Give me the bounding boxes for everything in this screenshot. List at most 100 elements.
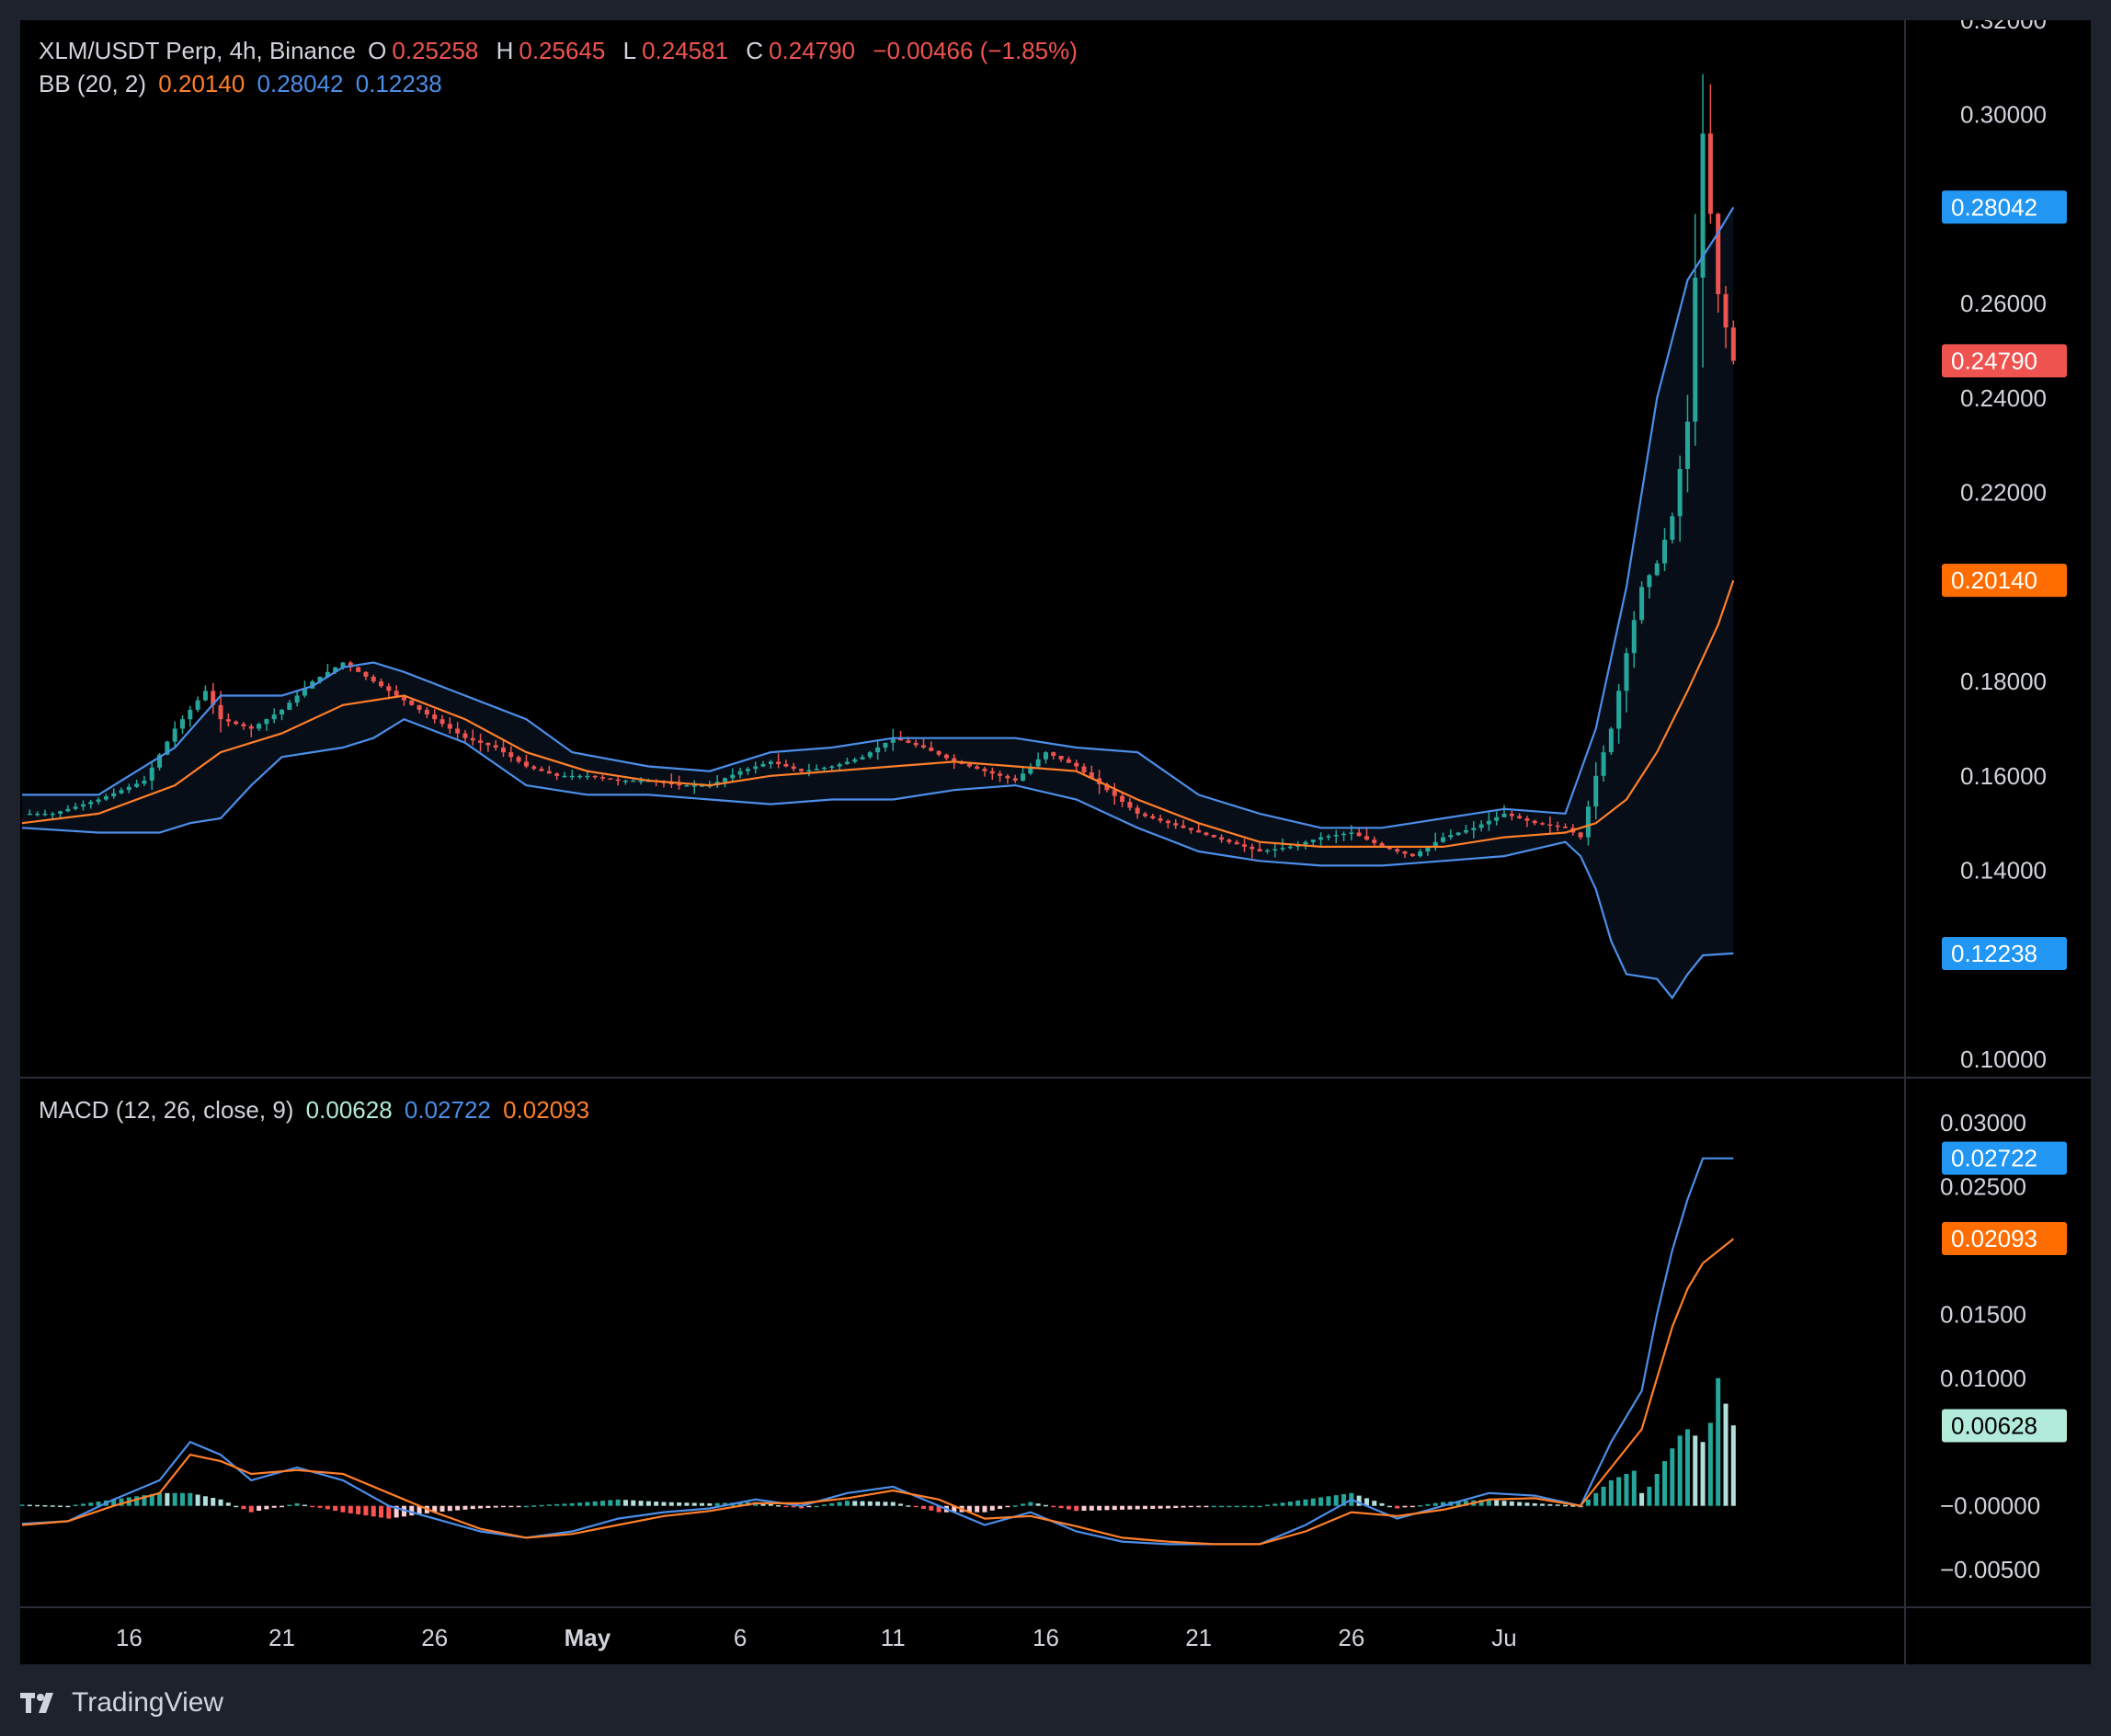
candle-body [73,806,78,809]
macd-hist-bar [1532,1502,1537,1506]
candle-body [126,786,131,791]
macd-hist-bar [615,1499,621,1506]
macd-hist-bar [562,1503,567,1506]
candle-body [1547,824,1553,826]
candle-body [906,740,911,743]
macd-hist-bar [913,1505,919,1508]
macd-label[interactable]: MACD (12, 26, close, 9) [39,1096,293,1124]
macd-hist-bar [1700,1442,1706,1506]
chart-frame[interactable]: 0.32000 0.30000 0.26000 0.24000 0.22000 0.180… [20,20,2091,1664]
candle-body [1074,762,1079,767]
macd-hist-bar [439,1505,445,1512]
candle-body [1601,752,1606,776]
candle-body [1150,816,1156,819]
candle-body [1494,817,1500,821]
macd-hist-bar [707,1502,713,1506]
macd-signal-value: 0.02093 [503,1096,590,1124]
macd-hist-bar [577,1502,583,1506]
macd-hist-bar [600,1501,606,1506]
candle-body [462,733,468,738]
macd-tick-label: 0.02500 [1940,1172,2026,1200]
candle-body [1555,825,1560,828]
macd-hist-bar [211,1498,216,1506]
candle-body [1563,827,1569,828]
candle-body [745,769,750,771]
candle-body [363,671,369,677]
macd-hist-bar [546,1504,552,1506]
macd-hist-bar [310,1505,315,1508]
bb-upper-badge: 0.28042 [1951,193,2037,221]
close-value: 0.24790 [769,37,856,64]
candle-body [257,724,262,729]
macd-hist-bar [1021,1503,1026,1506]
candle-body [149,767,154,781]
macd-hist-bar [1585,1499,1591,1506]
candle-body [1677,468,1683,517]
candle-body [1242,844,1248,847]
candle-body [202,691,208,701]
macd-hist-bar [1608,1479,1614,1506]
candle-body [1517,816,1523,819]
macd-legend[interactable]: MACD (12, 26, close, 9) 0.00628 0.02722 … [39,1096,595,1125]
candle-body [1127,802,1133,808]
macd-hist-bar [257,1505,262,1512]
candle-body [1693,277,1698,422]
candle-body [111,793,117,797]
candle-body [225,719,231,722]
macd-hist-bar [806,1505,812,1508]
macd-hist-bar [157,1492,163,1506]
candle-body [1120,795,1125,803]
macd-hist-bar [829,1502,835,1506]
macd-hist-bar [1547,1503,1553,1506]
symbol-name[interactable]: XLM/USDT Perp, 4h, Binance [39,37,356,64]
candle-body [379,681,384,687]
candle-body [1196,829,1202,833]
tradingview-branding[interactable]: TradingView [20,1683,223,1723]
candle-body [768,761,773,764]
macd-hist-bar [1196,1505,1202,1508]
macd-hist-bar [280,1505,285,1508]
close-label: C [746,37,764,64]
macd-hist-bar [1662,1461,1668,1506]
macd-hist-bar [906,1505,911,1507]
macd-hist-bar [821,1504,827,1506]
candle-body [1409,853,1415,857]
macd-hist-bar [1677,1435,1683,1506]
macd-hist-bar [1379,1502,1385,1506]
macd-hist-bar [714,1502,720,1506]
candle-body [1402,851,1408,854]
candle-body [508,752,514,758]
macd-hist-bar [1043,1504,1048,1507]
macd-hist-bar [371,1505,376,1517]
candle-body [921,745,927,748]
candle-body [539,769,544,771]
macd-hist-bar [791,1505,796,1508]
candle-body [860,757,865,760]
tradingview-logo-icon [20,1693,53,1713]
candle-body [1723,293,1729,328]
macd-hist-bar [348,1505,353,1513]
macd-hist-bar [470,1505,475,1510]
candle-body [1478,824,1484,828]
macd-hist-bar [1425,1503,1431,1506]
macd-hist-bar [165,1492,170,1506]
macd-hist-bar [1264,1504,1270,1507]
macd-signal-badge: 0.02093 [1951,1225,2037,1252]
macd-tick-label: −0.00500 [1940,1556,2040,1583]
macd-hist-bar [783,1505,789,1508]
symbol-legend[interactable]: XLM/USDT Perp, 4h, Binance O 0.25258 H 0.2… [39,37,1083,65]
candle-body [1509,813,1514,817]
chart-canvas[interactable]: 0.32000 0.30000 0.26000 0.24000 0.22000 0.180… [20,20,2091,1664]
macd-hist-bar [989,1505,995,1511]
macd-hist-bar [1601,1486,1606,1506]
high-label: H [496,37,514,64]
candle-body [470,737,475,741]
bb-legend[interactable]: BB (20, 2) 0.20140 0.28042 0.12238 [39,70,448,98]
candle-body [1486,820,1491,825]
candle-body [493,745,498,748]
macd-hist-bar [569,1502,575,1506]
candle-body [982,769,987,771]
bb-label[interactable]: BB (20, 2) [39,70,146,97]
macd-hist-bar [179,1492,185,1506]
candle-body [1188,828,1193,830]
